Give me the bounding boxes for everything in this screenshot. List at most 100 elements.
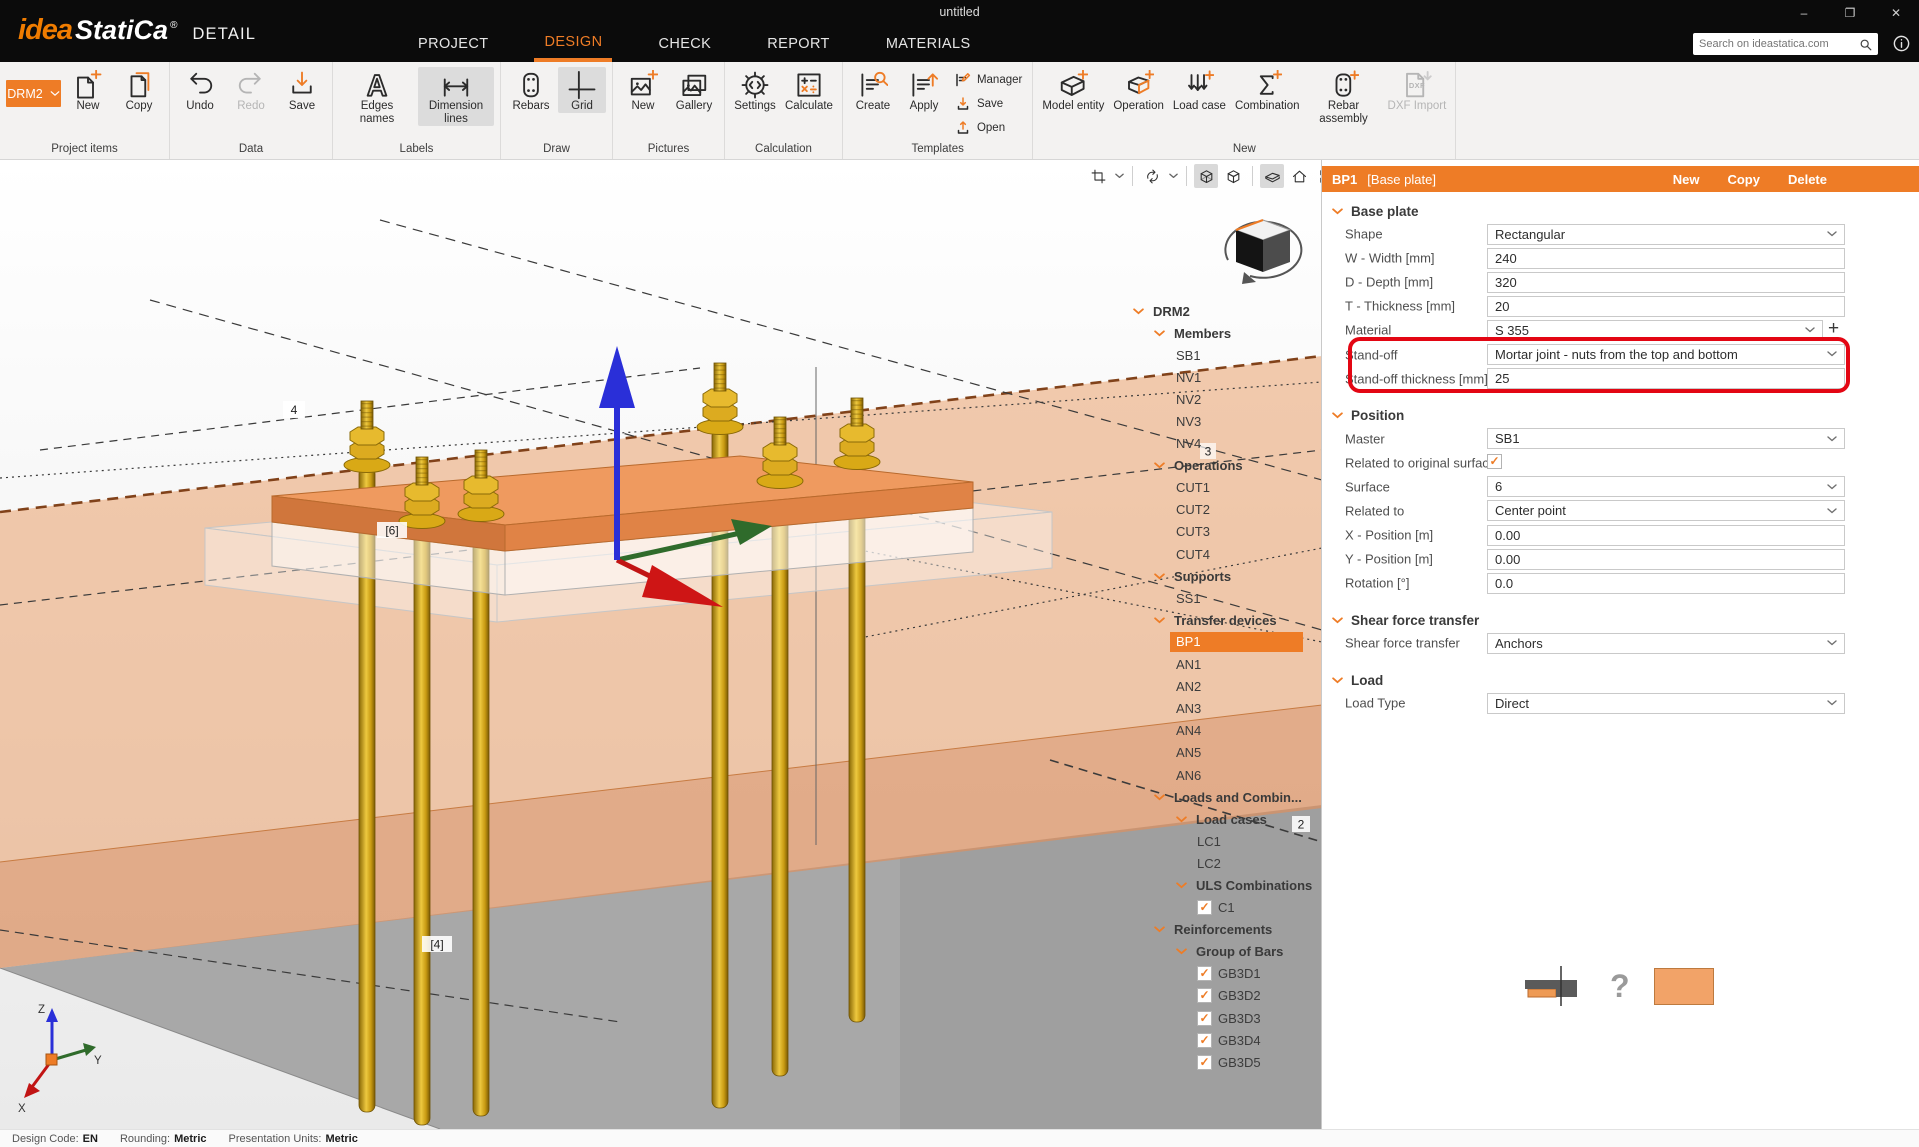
chevron-down-icon[interactable] (1154, 573, 1165, 580)
search-input[interactable] (1699, 38, 1855, 50)
chevron-down-icon[interactable] (1113, 173, 1125, 179)
tree-item-loads-and-combin[interactable]: Loads and Combin... (1120, 786, 1320, 808)
tree-item-gb3d5[interactable]: ✓GB3D5 (1120, 1051, 1320, 1073)
chevron-down-icon[interactable] (1154, 794, 1165, 801)
maximize-button[interactable]: ❐ (1827, 0, 1873, 26)
w-width-mm-input[interactable]: 240 (1487, 248, 1845, 269)
tree-item-gb3d4[interactable]: ✓GB3D4 (1120, 1029, 1320, 1051)
tree-item-nv4[interactable]: NV4 (1120, 433, 1320, 455)
tree-item-an6[interactable]: AN6 (1120, 764, 1320, 786)
visibility-checkbox[interactable]: ✓ (1197, 900, 1212, 915)
tab-check[interactable]: CHECK (648, 26, 721, 62)
visibility-checkbox[interactable]: ✓ (1197, 988, 1212, 1003)
home-button[interactable] (1287, 164, 1311, 188)
related-to-original-surface-checkbox[interactable]: ✓ (1487, 454, 1502, 469)
tree-item-lc1[interactable]: LC1 (1120, 830, 1320, 852)
solid-cube-button[interactable] (1221, 164, 1245, 188)
tree-item-c1[interactable]: ✓C1 (1120, 897, 1320, 919)
ribbon-button-open[interactable]: Open (951, 117, 1026, 139)
tree-item-operations[interactable]: Operations (1120, 455, 1320, 477)
tree-item-cut2[interactable]: CUT2 (1120, 499, 1320, 521)
shape-dropdown[interactable]: Rectangular (1487, 224, 1845, 245)
ribbon-button-combination[interactable]: Combination (1232, 67, 1303, 113)
search-box[interactable] (1693, 33, 1878, 55)
chevron-down-icon[interactable] (1176, 882, 1187, 889)
tree-item-group-of-bars[interactable]: Group of Bars (1120, 941, 1320, 963)
ribbon-button-copy[interactable]: Copy (115, 67, 163, 113)
ribbon-button-dimension-lines[interactable]: Dimension lines (418, 67, 494, 126)
ribbon-button-new[interactable]: New (64, 67, 112, 113)
ribbon-button-settings[interactable]: Settings (731, 67, 779, 113)
tree-item-gb3d2[interactable]: ✓GB3D2 (1120, 985, 1320, 1007)
ribbon-button-gallery[interactable]: Gallery (670, 67, 718, 113)
stand-off-dropdown[interactable]: Mortar joint - nuts from the top and bot… (1487, 344, 1845, 365)
ribbon-button-rebars[interactable]: Rebars (507, 67, 555, 113)
surface-dropdown[interactable]: 6 (1487, 476, 1845, 497)
tree-item-uls-combinations[interactable]: ULS Combinations (1120, 874, 1320, 896)
tree-item-ss1[interactable]: SS1 (1120, 587, 1320, 609)
delete-button[interactable]: Delete (1788, 172, 1827, 187)
chevron-down-icon[interactable] (1176, 816, 1187, 823)
tree-item-bp1[interactable]: BP1 (1120, 631, 1320, 653)
new-button[interactable]: New (1673, 172, 1700, 187)
copy-button[interactable]: Copy (1727, 172, 1760, 187)
chevron-down-icon[interactable] (1133, 308, 1144, 315)
tab-project[interactable]: PROJECT (408, 26, 498, 62)
tree-item-load-cases[interactable]: Load cases (1120, 808, 1320, 830)
tree-item-nv2[interactable]: NV2 (1120, 388, 1320, 410)
tree-item-gb3d3[interactable]: ✓GB3D3 (1120, 1007, 1320, 1029)
rotate-tool-button[interactable] (1140, 164, 1164, 188)
ribbon-button-calculate[interactable]: Calculate (782, 67, 836, 113)
tree-item-sb1[interactable]: SB1 (1120, 344, 1320, 366)
visibility-checkbox[interactable]: ✓ (1197, 1011, 1212, 1026)
chevron-down-icon[interactable] (1154, 462, 1165, 469)
tree-item-an2[interactable]: AN2 (1120, 676, 1320, 698)
ribbon-button-apply[interactable]: Apply (900, 67, 948, 113)
tree-item-an1[interactable]: AN1 (1120, 654, 1320, 676)
tree-item-cut1[interactable]: CUT1 (1120, 477, 1320, 499)
chevron-down-icon[interactable] (1154, 617, 1165, 624)
tree-item-reinforcements[interactable]: Reinforcements (1120, 919, 1320, 941)
wire-cube-button[interactable] (1194, 164, 1218, 188)
tree-item-an4[interactable]: AN4 (1120, 720, 1320, 742)
tree-item-drm2[interactable]: DRM2 (1120, 300, 1320, 322)
tree-item-supports[interactable]: Supports (1120, 565, 1320, 587)
chevron-down-icon[interactable] (1332, 677, 1343, 684)
chevron-down-icon[interactable] (1332, 208, 1343, 215)
ribbon-button-model-entity[interactable]: Model entity (1039, 67, 1107, 113)
tree-item-gb3d1[interactable]: ✓GB3D1 (1120, 963, 1320, 985)
tree-item-cut4[interactable]: CUT4 (1120, 543, 1320, 565)
info-icon[interactable] (1892, 34, 1911, 53)
ribbon-button-save[interactable]: Save (951, 93, 1026, 115)
add-material-button[interactable]: + (1828, 317, 1839, 341)
ribbon-button-undo[interactable]: Undo (176, 67, 224, 113)
master-dropdown[interactable]: SB1 (1487, 428, 1845, 449)
tree-item-members[interactable]: Members (1120, 322, 1320, 344)
chevron-down-icon[interactable] (1154, 926, 1165, 933)
tree-item-nv1[interactable]: NV1 (1120, 366, 1320, 388)
close-button[interactable]: ✕ (1873, 0, 1919, 26)
ribbon-button-save[interactable]: Save (278, 67, 326, 113)
y-position-m-input[interactable]: 0.00 (1487, 549, 1845, 570)
load-type-dropdown[interactable]: Direct (1487, 693, 1845, 714)
ribbon-button-dxf-import[interactable]: DXFDXF Import (1385, 67, 1450, 113)
ribbon-button-create[interactable]: Create (849, 67, 897, 113)
tab-materials[interactable]: MATERIALS (876, 26, 981, 62)
ribbon-button-manager[interactable]: Manager (951, 69, 1026, 91)
ribbon-button-edges-names[interactable]: Edges names (339, 67, 415, 126)
ribbon-button-operation[interactable]: Operation (1110, 67, 1167, 113)
related-to-dropdown[interactable]: Center point (1487, 500, 1845, 521)
x-position-m-input[interactable]: 0.00 (1487, 525, 1845, 546)
tab-report[interactable]: REPORT (757, 26, 840, 62)
ribbon-button-grid[interactable]: Grid (558, 67, 606, 113)
d-depth-mm-input[interactable]: 320 (1487, 272, 1845, 293)
tree-item-an3[interactable]: AN3 (1120, 698, 1320, 720)
fit-screen-button[interactable] (1314, 164, 1322, 188)
chevron-down-icon[interactable] (1176, 948, 1187, 955)
tree-item-an5[interactable]: AN5 (1120, 742, 1320, 764)
tree-item-lc2[interactable]: LC2 (1120, 852, 1320, 874)
visibility-checkbox[interactable]: ✓ (1197, 1033, 1212, 1048)
chevron-down-icon[interactable] (1167, 173, 1179, 179)
tree-item-transfer-devices[interactable]: Transfer devices (1120, 609, 1320, 631)
clip-face-button[interactable] (1260, 164, 1284, 188)
